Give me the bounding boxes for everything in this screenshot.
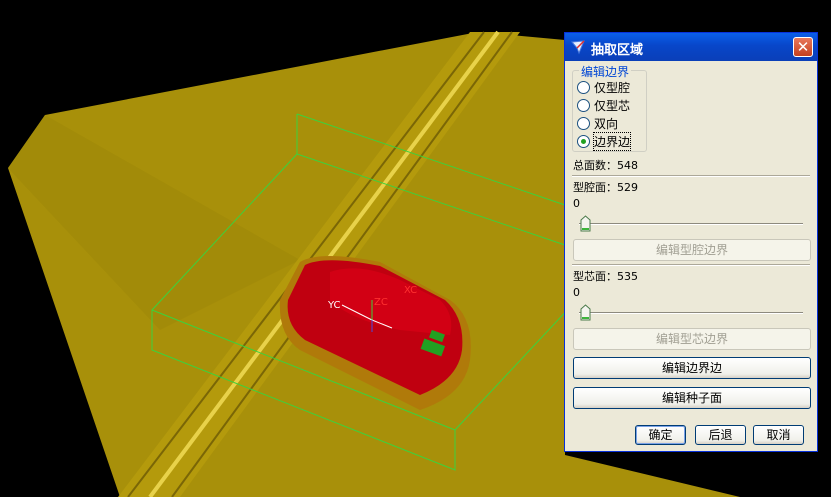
cavity-faces-count: 型腔面：529 [573,181,638,194]
edit-seed-face-button[interactable]: 编辑种子面 [573,387,811,409]
extract-region-dialog: 抽取区域 ✕ 编辑边界 仅型腔 仅型芯 双向 边界边 总面数：548 型腔面：5… [564,32,818,452]
radio-label: 双向 [594,117,619,131]
ok-button[interactable]: 确定 [635,425,686,445]
yc-axis-label: YC [327,300,341,311]
back-button[interactable]: 后退 [695,425,746,445]
xc-axis-label: XC [404,285,417,296]
edit-cavity-boundary-button[interactable]: 编辑型腔边界 [573,239,811,261]
edit-core-boundary-button[interactable]: 编辑型芯边界 [573,328,811,350]
separator [572,264,810,266]
cavity-slider-value: 0 [573,197,580,210]
edit-boundary-edges-button[interactable]: 编辑边界边 [573,357,811,379]
close-icon: ✕ [796,38,810,56]
cancel-button[interactable]: 取消 [753,425,804,445]
dialog-title: 抽取区域 [591,43,644,58]
core-faces-count: 型芯面：535 [573,270,638,283]
core-slider-track[interactable] [579,312,803,314]
zc-axis-label: ZC [374,297,388,308]
edit-boundary-group-label: 编辑边界 [579,63,632,80]
radio-label: 边界边 [592,132,632,151]
core-slider-thumb[interactable] [580,304,591,321]
radio-label: 仅型腔 [594,81,631,95]
cavity-slider-track[interactable] [579,223,803,225]
radio-label: 仅型芯 [594,99,631,113]
radio-button-icon [577,117,590,130]
dialog-titlebar[interactable]: 抽取区域 ✕ [565,33,817,61]
total-faces-count: 总面数：548 [573,159,638,172]
radio-selected-icon [577,135,590,148]
core-slider-value: 0 [573,286,580,299]
nx-app-icon [571,40,585,55]
radio-button-icon [577,99,590,112]
close-button[interactable]: ✕ [793,37,813,57]
separator [572,175,810,177]
cavity-slider-thumb[interactable] [580,215,591,232]
radio-button-icon [577,81,590,94]
